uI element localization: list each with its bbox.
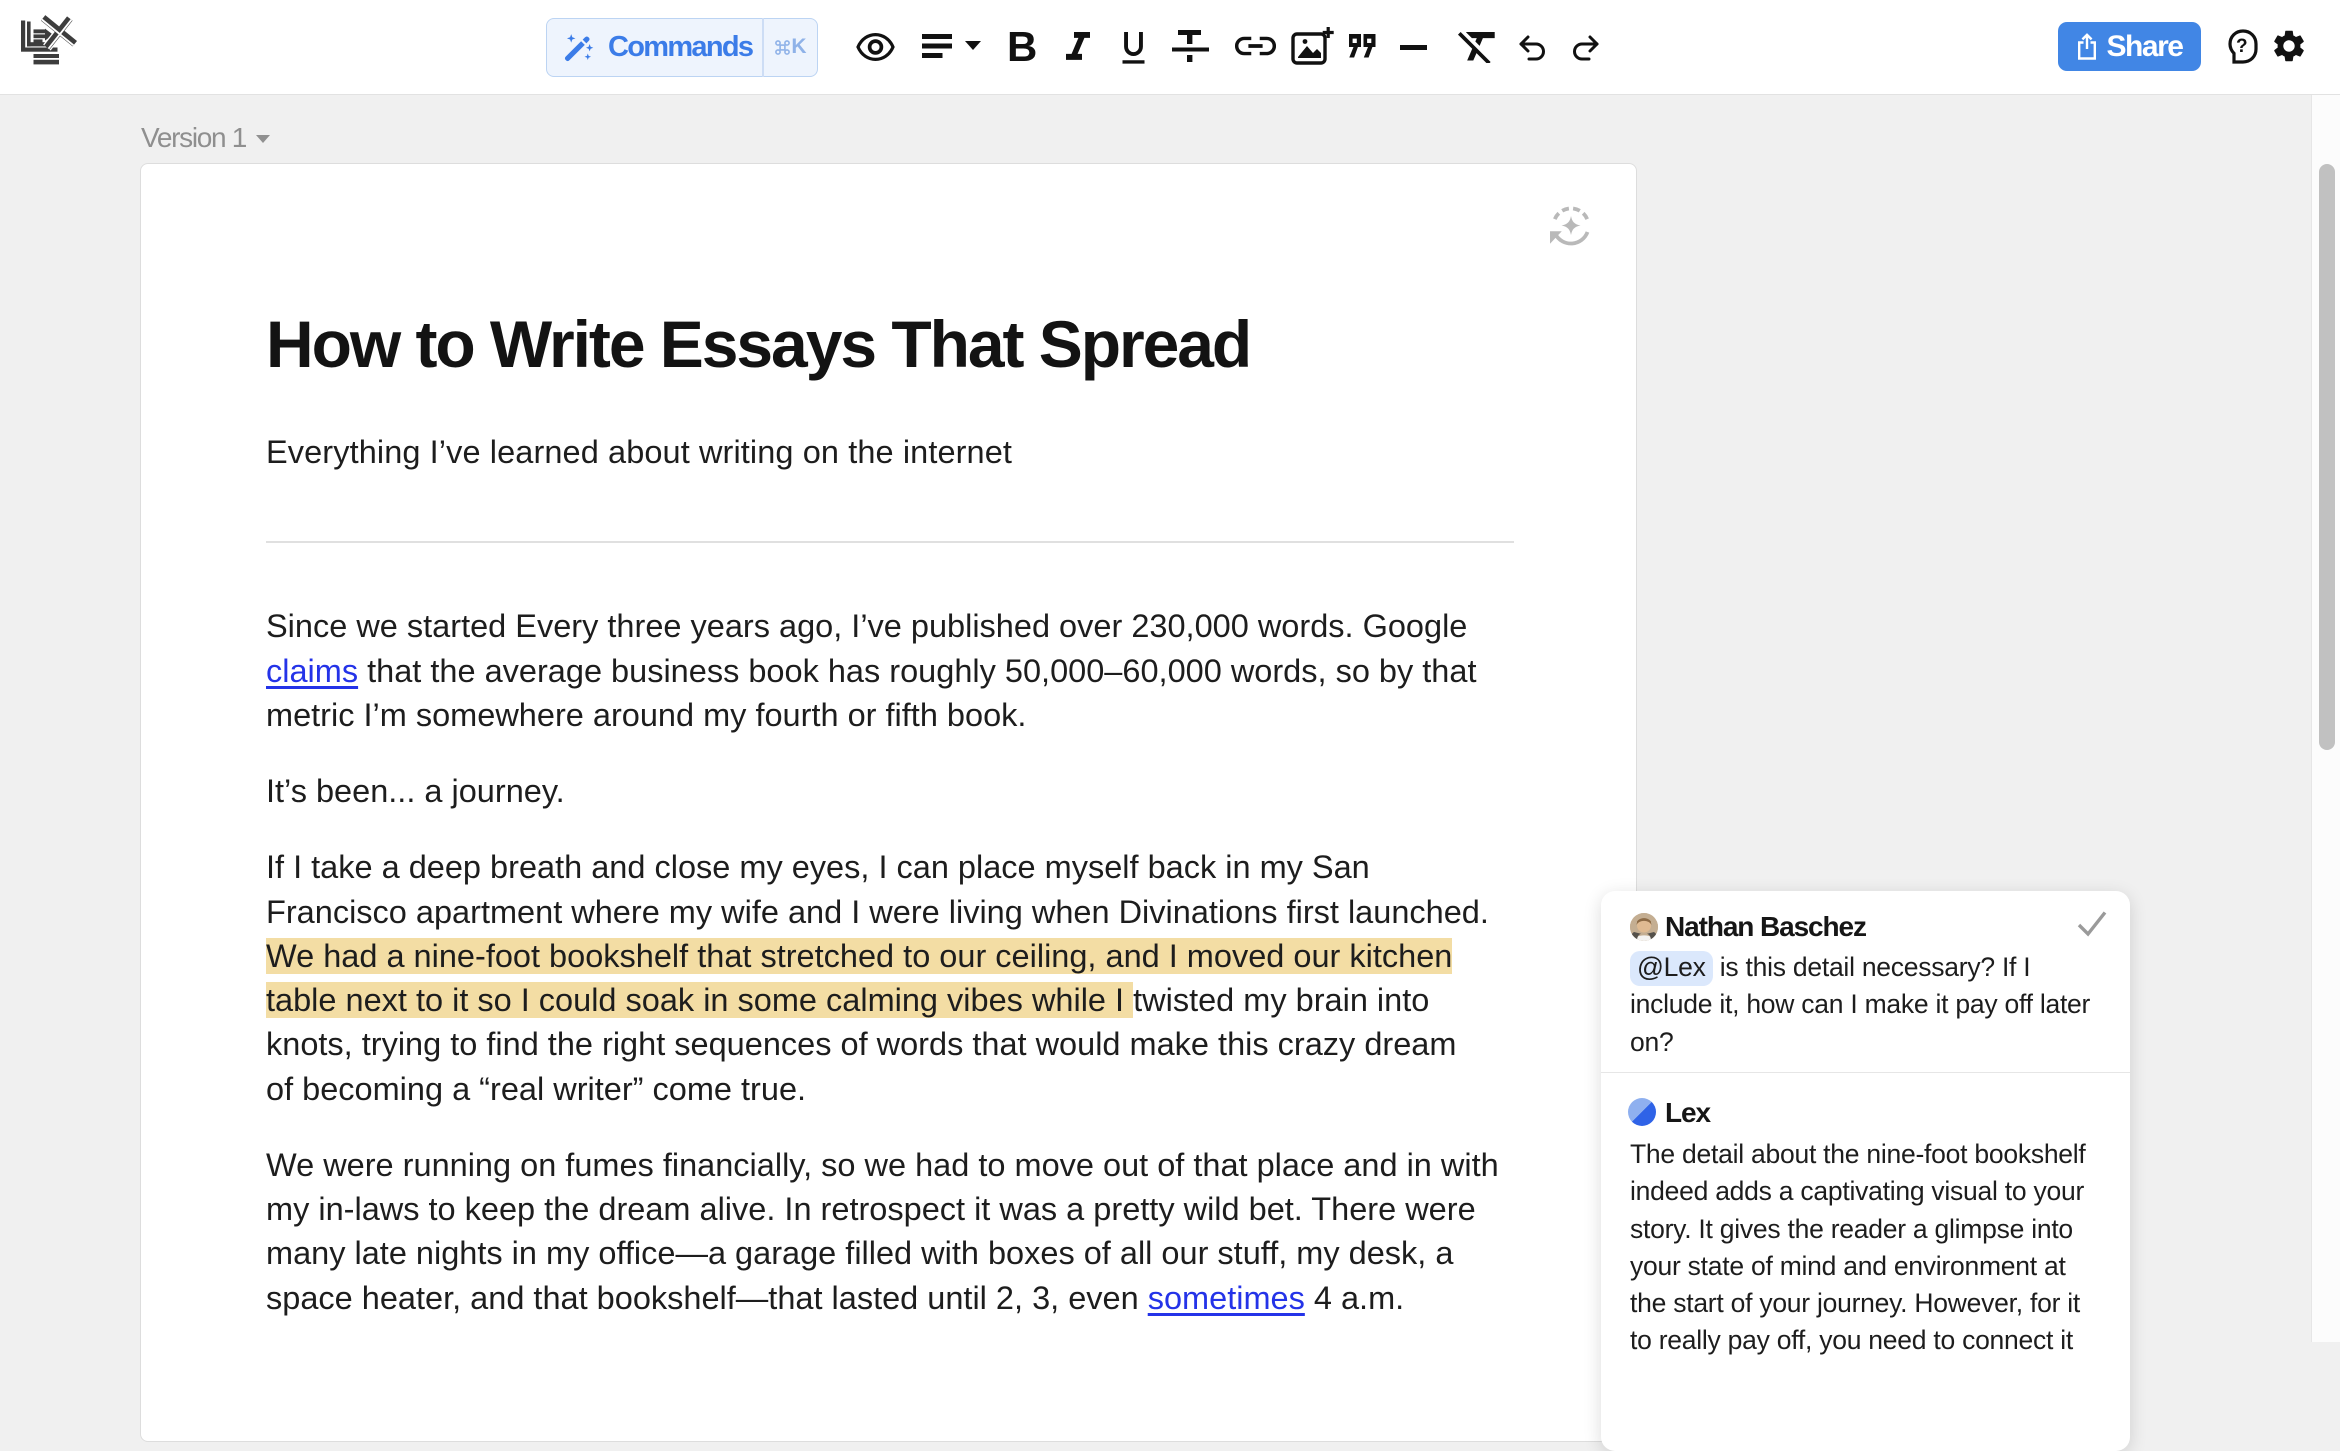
svg-text:?: ? xyxy=(2236,36,2248,57)
